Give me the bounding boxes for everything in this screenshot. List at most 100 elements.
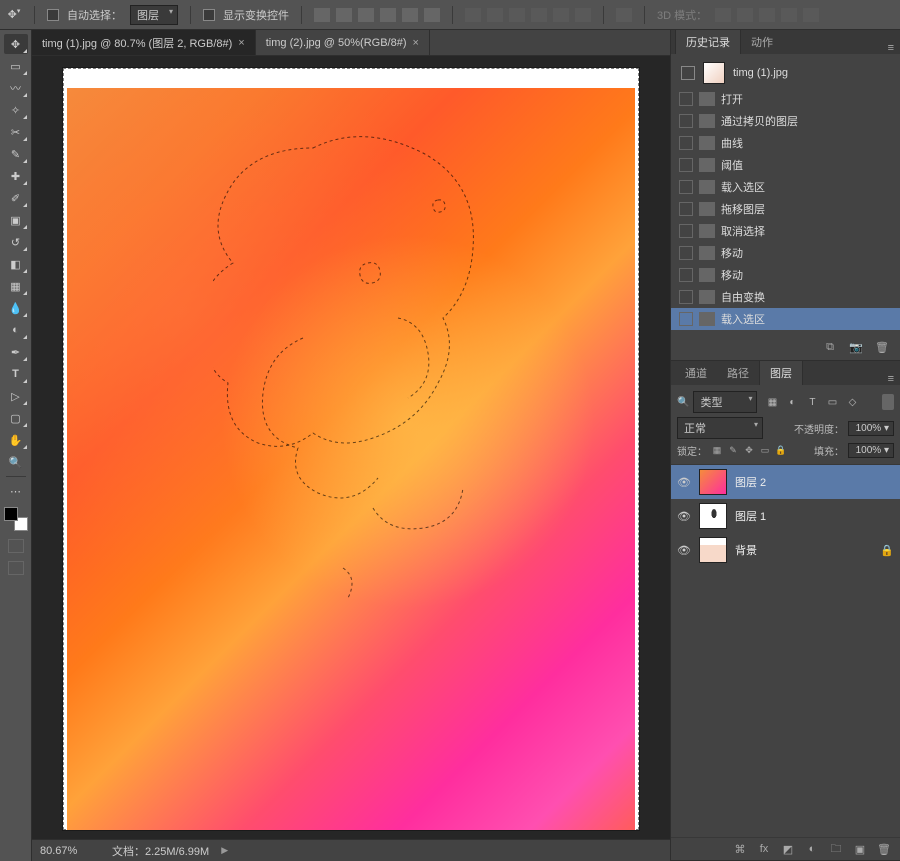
distribute-bottom-icon[interactable] [509,8,525,22]
align-hcenter-icon[interactable] [402,8,418,22]
history-brush-slot-icon[interactable] [679,158,693,172]
link-layers-icon[interactable]: ⌘ [732,842,748,856]
canvas[interactable] [63,68,639,830]
distribute-left-icon[interactable] [531,8,547,22]
layer-fx-icon[interactable]: fx [756,842,772,856]
quickmask-toggle[interactable] [8,539,24,553]
new-doc-from-state-icon[interactable]: ⧉ [822,340,838,354]
tab-history[interactable]: 历史记录 [675,29,741,54]
history-brush-slot-icon[interactable] [679,136,693,150]
tab-channels[interactable]: 通道 [675,361,717,385]
layer-row[interactable]: 👁 图层 1 [671,499,900,533]
panel-menu-icon[interactable]: ≡ [882,42,900,54]
lock-transparent-icon[interactable]: ▦ [711,445,723,457]
layer-row[interactable]: 👁 图层 2 [671,465,900,499]
crop-tool[interactable]: ✂ [4,122,28,142]
document-tab-2[interactable]: timg (2).jpg @ 50%(RGB/8#) × [256,30,430,55]
history-item[interactable]: 移动 [671,264,900,286]
move-tool[interactable]: ✥ [4,34,28,54]
filter-adjust-icon[interactable]: ◐ [785,395,799,409]
layer-name[interactable]: 背景 [735,542,757,558]
auto-select-checkbox[interactable] [47,9,59,21]
path-select-tool[interactable]: ▷ [4,386,28,406]
history-item[interactable]: 打开 [671,88,900,110]
lock-all-icon[interactable]: 🔒 [775,445,787,457]
visibility-toggle-icon[interactable]: 👁 [677,510,691,523]
zoom-tool[interactable]: 🔍 [4,452,28,472]
filter-shape-icon[interactable]: ▭ [825,395,839,409]
history-brush-slot-icon[interactable] [679,92,693,106]
document-tab-1[interactable]: timg (1).jpg @ 80.7% (图层 2, RGB/8#) × [32,30,256,55]
adjustment-layer-icon[interactable]: ◐ [804,842,820,856]
tab-layers[interactable]: 图层 [759,360,803,385]
mode3d-icon-3[interactable] [759,8,775,22]
visibility-toggle-icon[interactable]: 👁 [677,476,691,489]
history-item[interactable]: 阈值 [671,154,900,176]
history-brush-slot-icon[interactable] [679,268,693,282]
align-top-icon[interactable] [314,8,330,22]
lock-position-icon[interactable]: ✥ [743,445,755,457]
layer-row[interactable]: 👁背景🔒 [671,533,900,567]
mode3d-icon-5[interactable] [803,8,819,22]
history-brush-slot-icon[interactable] [679,202,693,216]
filter-type-icon[interactable]: T [805,395,819,409]
mode3d-icon-1[interactable] [715,8,731,22]
visibility-toggle-icon[interactable]: 👁 [677,544,691,557]
history-item[interactable]: 曲线 [671,132,900,154]
layer-thumbnail[interactable] [699,469,727,495]
distribute-right-icon[interactable] [575,8,591,22]
dodge-tool[interactable]: ◐ [4,320,28,340]
marquee-tool[interactable]: ▭ [4,56,28,76]
history-brush-slot-icon[interactable] [679,246,693,260]
align-left-icon[interactable] [380,8,396,22]
history-source-row[interactable]: timg (1).jpg [671,58,900,88]
close-icon[interactable]: × [238,37,244,49]
distribute-hcenter-icon[interactable] [553,8,569,22]
gradient-tool[interactable]: ▦ [4,276,28,296]
history-brush-slot-icon[interactable] [679,224,693,238]
history-item[interactable]: 移动 [671,242,900,264]
status-flyout-icon[interactable]: ▶ [221,845,228,856]
new-snapshot-icon[interactable]: 📷 [848,340,864,354]
brush-tool[interactable]: ✐ [4,188,28,208]
distribute-top-icon[interactable] [465,8,481,22]
clone-stamp-tool[interactable]: ▣ [4,210,28,230]
close-icon[interactable]: × [413,37,419,49]
history-item[interactable]: 载入选区 [671,176,900,198]
history-brush-slot-icon[interactable] [681,66,695,80]
history-brush-slot-icon[interactable] [679,180,693,194]
align-bottom-icon[interactable] [358,8,374,22]
filter-toggle[interactable] [882,394,894,410]
healing-brush-tool[interactable]: ✚ [4,166,28,186]
shape-tool[interactable]: ▢ [4,408,28,428]
eraser-tool[interactable]: ◧ [4,254,28,274]
screenmode-toggle[interactable] [8,561,24,575]
tab-actions[interactable]: 动作 [741,30,783,54]
distribute-vcenter-icon[interactable] [487,8,503,22]
magic-wand-tool[interactable]: ✧ [4,100,28,120]
canvas-wrap[interactable] [32,56,670,839]
history-brush-slot-icon[interactable] [679,290,693,304]
new-layer-icon[interactable]: ▣ [852,842,868,856]
delete-layer-icon[interactable]: 🗑 [876,842,892,856]
zoom-value[interactable]: 80.67% [40,845,100,857]
history-brush-slot-icon[interactable] [679,114,693,128]
layer-name[interactable]: 图层 1 [735,508,766,524]
history-brush-tool[interactable]: ↺ [4,232,28,252]
layer-name[interactable]: 图层 2 [735,474,766,490]
eyedropper-tool[interactable]: ✎ [4,144,28,164]
mode3d-icon-4[interactable] [781,8,797,22]
auto-select-target-dropdown[interactable]: 图层 [130,5,178,25]
blend-mode-dropdown[interactable]: 正常 [677,417,763,439]
mode3d-icon-2[interactable] [737,8,753,22]
align-vcenter-icon[interactable] [336,8,352,22]
history-item[interactable]: 通过拷贝的图层 [671,110,900,132]
layer-thumbnail[interactable] [699,503,727,529]
hand-tool[interactable]: ✋ [4,430,28,450]
layer-mask-icon[interactable]: ◩ [780,842,796,856]
edit-toolbar[interactable]: ⋯ [4,481,28,501]
filter-pixel-icon[interactable]: ▦ [765,395,779,409]
lasso-tool[interactable]: 〰 [4,78,28,98]
blur-tool[interactable]: 💧 [4,298,28,318]
history-item[interactable]: 载入选区 [671,308,900,330]
